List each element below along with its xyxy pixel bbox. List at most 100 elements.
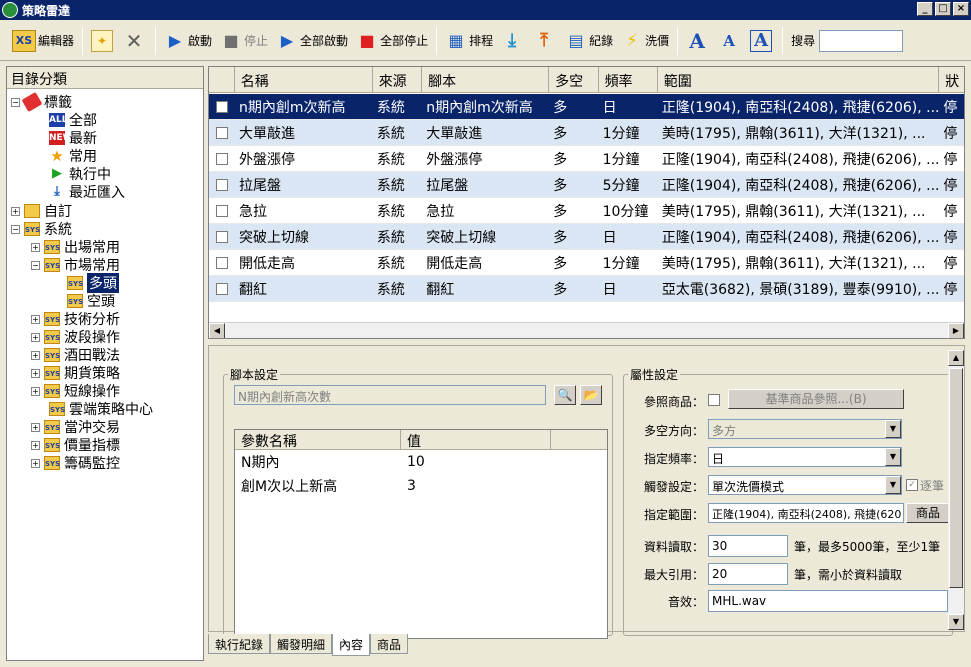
range-product-button[interactable]: 商品 [906, 503, 950, 523]
table-row[interactable]: 急拉 系統 急拉 多 10分鐘 美時(1795), 鼎翰(3611), 大洋(1321),… [209, 198, 964, 224]
expand-icon[interactable]: + [31, 314, 40, 324]
tree-item-tags[interactable]: − 標籤 [11, 91, 72, 113]
parameter-row[interactable]: N期內 10 [235, 450, 607, 474]
table-row[interactable]: 大單敲進 系統 大單敲進 多 1分鐘 美時(1795), 鼎翰(3611), 大洋(132… [209, 120, 964, 146]
parameter-row[interactable]: 創M次以上新高 3 [235, 474, 607, 498]
table-row[interactable]: 拉尾盤 系統 拉尾盤 多 5分鐘 正隆(1904), 南亞科(2408), 飛捷(6206… [209, 172, 964, 198]
tree-item-futures[interactable]: + SYS 期貨策略 [31, 364, 120, 382]
font-settings-button[interactable]: A [746, 26, 778, 56]
table-row[interactable]: 開低走高 系統 開低走高 多 1分鐘 美時(1795), 鼎翰(3611), 大洋(132… [209, 250, 964, 276]
collapse-icon[interactable]: − [31, 260, 40, 270]
ref-product-checkbox[interactable] [708, 394, 720, 406]
minimize-button[interactable]: _ [917, 2, 933, 16]
column-header-script[interactable]: 腳本 [422, 67, 550, 92]
start-button[interactable]: ▶ 啟動 [160, 26, 216, 56]
stop-all-button[interactable]: ■ 全部停止 [352, 26, 432, 56]
row-checkbox[interactable] [216, 204, 228, 217]
data-read-input[interactable]: 30 [708, 535, 788, 557]
expand-icon[interactable]: + [31, 368, 40, 378]
tree-item-exit-common[interactable]: + SYS 出場常用 [31, 238, 120, 256]
schedule-button[interactable]: ▦ 排程 [441, 26, 497, 56]
param-value[interactable]: 3 [401, 478, 551, 494]
max-ref-input[interactable]: 20 [708, 563, 788, 585]
delete-button[interactable]: ✕ [119, 26, 151, 56]
script-name-field[interactable]: N期內創新高次數 [234, 385, 546, 405]
scroll-up-icon[interactable]: ▲ [948, 350, 964, 366]
tree-item-recent-import[interactable]: ⤓ 最近匯入 [49, 183, 125, 202]
column-header-status[interactable]: 狀 [939, 67, 964, 92]
column-header-source[interactable]: 來源 [373, 67, 423, 92]
export-button[interactable]: ⤒ [529, 26, 561, 56]
table-row[interactable]: n期內創m次新高 系統 n期內創m次新高 多 日 正隆(1904), 南亞科(2408),… [209, 94, 964, 120]
tree-item-chips[interactable]: + SYS 籌碼監控 [31, 454, 120, 472]
tree-item-market-common[interactable]: − SYS 市場常用 [31, 256, 120, 274]
scroll-left-icon[interactable]: ◀ [209, 323, 225, 338]
param-value[interactable]: 10 [401, 454, 551, 470]
row-checkbox[interactable] [216, 282, 228, 295]
expand-icon[interactable]: + [31, 242, 40, 252]
tree-item-all[interactable]: ALL 全部 [49, 111, 97, 129]
tab-content[interactable]: 內容 [332, 634, 371, 656]
tree-item-short-term[interactable]: + SYS 短線操作 [31, 382, 120, 400]
tab-trigger-detail[interactable]: 觸發明細 [270, 634, 333, 654]
horizontal-scrollbar[interactable]: ◀ ▶ [209, 322, 964, 338]
font-smaller-button[interactable]: A [714, 26, 746, 56]
expand-icon[interactable]: + [31, 350, 40, 360]
wash-price-button[interactable]: ⚡ 洗價 [617, 26, 673, 56]
table-row[interactable]: 翻紅 系統 翻紅 多 日 亞太電(3682), 景碩(3189), 豐泰(9910), .… [209, 276, 964, 302]
expand-icon[interactable]: + [31, 332, 40, 342]
expand-icon[interactable]: + [31, 422, 40, 432]
row-checkbox[interactable] [216, 230, 228, 243]
editor-button[interactable]: XS 編輯器 [8, 26, 78, 56]
expand-icon[interactable]: + [31, 386, 40, 396]
ref-product-button[interactable]: 基準商品參照...(B) [728, 389, 904, 409]
column-header-frequency[interactable]: 頻率 [599, 67, 658, 92]
frequency-select[interactable]: 日 ▼ [708, 447, 902, 467]
tree-item-technical[interactable]: + SYS 技術分析 [31, 310, 120, 328]
expand-icon[interactable]: + [11, 206, 20, 216]
expand-icon[interactable]: + [31, 440, 40, 450]
row-checkbox[interactable] [216, 256, 228, 269]
record-button[interactable]: ▤ 紀錄 [561, 26, 617, 56]
tree-item-long[interactable]: SYS 多頭 [67, 273, 119, 293]
search-input[interactable] [819, 29, 904, 52]
scroll-right-icon[interactable]: ▶ [948, 323, 964, 338]
row-checkbox[interactable] [216, 152, 228, 165]
stop-button[interactable]: ■ 停止 [216, 26, 272, 56]
tree-item-running[interactable]: ▶ 執行中 [49, 165, 111, 184]
import-button[interactable]: ⤓ [497, 26, 529, 56]
tree-item-cloud[interactable]: SYS 雲端策略中心 [49, 400, 153, 418]
direction-select[interactable]: 多方 ▼ [708, 419, 902, 439]
row-checkbox[interactable] [216, 178, 228, 191]
search-script-button[interactable]: 🔍 [554, 385, 576, 405]
tree-item-favorites[interactable]: ★ 常用 [49, 147, 97, 166]
tree-item-price-volume[interactable]: + SYS 價量指標 [31, 436, 120, 454]
open-folder-button[interactable]: 📂 [580, 385, 602, 405]
row-checkbox[interactable] [216, 126, 228, 139]
start-all-button[interactable]: ▶ 全部啟動 [272, 26, 352, 56]
tree-item-swing[interactable]: + SYS 波段操作 [31, 328, 120, 346]
detail-vertical-scrollbar[interactable]: ▲ ▼ [948, 350, 964, 630]
column-header-direction[interactable]: 多空 [549, 67, 599, 92]
tab-execution-log[interactable]: 執行紀錄 [208, 634, 271, 654]
scroll-thumb[interactable] [949, 368, 963, 588]
expand-icon[interactable]: + [31, 458, 40, 468]
tree-item-newest[interactable]: NEW 最新 [49, 129, 97, 147]
collapse-icon[interactable]: − [11, 97, 20, 107]
range-field[interactable]: 正隆(1904), 南亞科(2408), 飛捷(620 [708, 503, 904, 523]
tick-by-tick-checkbox[interactable]: ✓ [906, 479, 918, 491]
table-row[interactable]: 突破上切線 系統 突破上切線 多 日 正隆(1904), 南亞科(2408), 飛捷(62… [209, 224, 964, 250]
sound-input[interactable]: MHL.wav [708, 590, 948, 612]
column-header-name[interactable]: 名稱 [235, 67, 373, 92]
tree-item-short[interactable]: SYS 空頭 [67, 292, 115, 310]
close-window-button[interactable]: × [953, 2, 969, 16]
tab-products[interactable]: 商品 [370, 634, 409, 654]
scroll-down-icon[interactable]: ▼ [948, 614, 964, 630]
row-checkbox[interactable] [216, 100, 228, 113]
column-header-range[interactable]: 範圍 [658, 67, 940, 92]
maximize-button[interactable]: □ [935, 2, 951, 16]
collapse-icon[interactable]: − [11, 224, 20, 234]
trigger-select[interactable]: 單次洗價模式 ▼ [708, 475, 902, 495]
tree-item-custom[interactable]: + 自訂 [11, 202, 72, 220]
font-larger-button[interactable]: A [682, 26, 714, 56]
